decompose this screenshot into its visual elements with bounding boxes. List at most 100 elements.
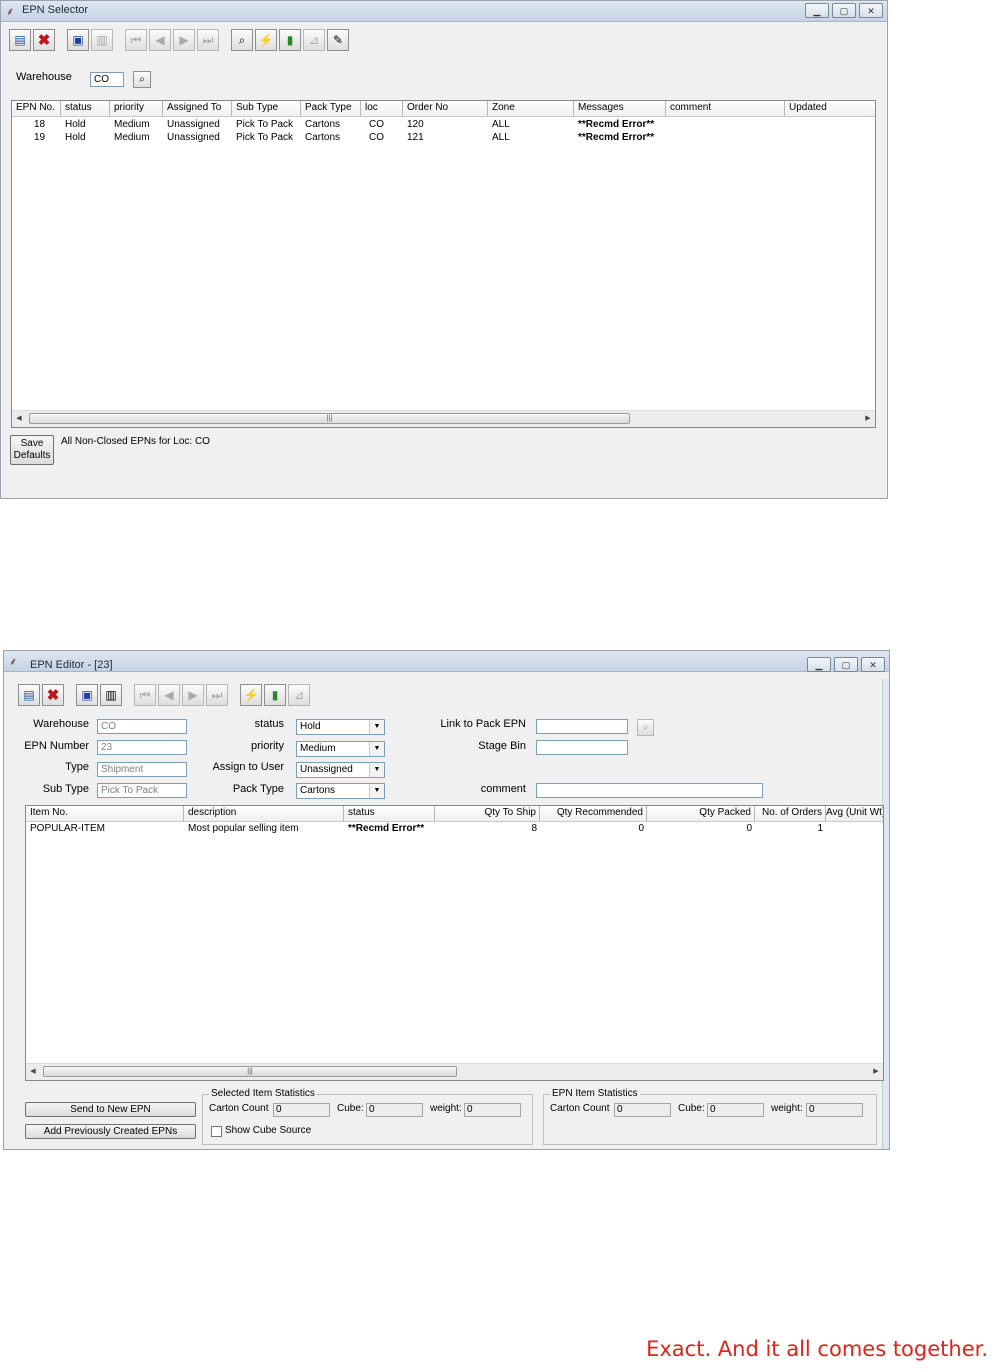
- cell-description: Most popular selling item: [188, 823, 299, 834]
- maximize-button[interactable]: ▢: [832, 3, 856, 18]
- col-pack-type[interactable]: Pack Type: [301, 101, 361, 116]
- col-qty-packed[interactable]: Qty Packed: [647, 806, 755, 821]
- copy-icon[interactable]: ▥: [91, 29, 113, 51]
- scroll-right-icon[interactable]: ▶: [861, 412, 875, 426]
- sub-type-field[interactable]: Pick To Pack: [97, 783, 187, 798]
- scroll-thumb[interactable]: |||: [43, 1066, 457, 1077]
- col-status[interactable]: status: [61, 101, 110, 116]
- scroll-thumb[interactable]: |||: [29, 413, 630, 424]
- col-epn-no[interactable]: EPN No.: [12, 101, 61, 116]
- chart-icon[interactable]: ⊿: [303, 29, 325, 51]
- col-qty-to-ship[interactable]: Qty To Ship: [435, 806, 540, 821]
- epn-list: EPN No. status priority Assigned To Sub …: [11, 100, 876, 428]
- col-no-of-orders[interactable]: No. of Orders: [755, 806, 826, 821]
- cell-pack-type: Cartons: [305, 132, 341, 143]
- last-record-icon[interactable]: ⏭: [197, 29, 219, 51]
- col-sub-type[interactable]: Sub Type: [232, 101, 301, 116]
- assign-user-select[interactable]: Unassigned ▼: [296, 762, 385, 778]
- col-loc[interactable]: loc: [361, 101, 403, 116]
- door-icon[interactable]: ▮: [264, 684, 286, 706]
- table-row[interactable]: POPULAR-ITEM Most popular selling item *…: [26, 822, 883, 835]
- stage-bin-field[interactable]: [536, 740, 628, 755]
- show-cube-source-checkbox[interactable]: [211, 1126, 222, 1137]
- selector-title: EPN Selector: [22, 4, 89, 16]
- weight-label: weight:: [430, 1103, 462, 1114]
- close-button[interactable]: ✕: [861, 657, 885, 672]
- epn-number-label: EPN Number: [24, 740, 89, 752]
- next-record-icon[interactable]: ▶: [173, 29, 195, 51]
- lightning-icon[interactable]: ⚡: [240, 684, 262, 706]
- comment-field[interactable]: [536, 783, 763, 798]
- prev-record-icon[interactable]: ◀: [149, 29, 171, 51]
- new-doc-icon[interactable]: ▤: [9, 29, 31, 51]
- col-item-no[interactable]: Item No.: [26, 806, 184, 821]
- delete-icon[interactable]: ✖: [42, 684, 64, 706]
- col-priority[interactable]: priority: [110, 101, 163, 116]
- cube-label: Cube:: [337, 1103, 364, 1114]
- col-qty-recommended[interactable]: Qty Recommended: [540, 806, 647, 821]
- chevron-down-icon[interactable]: ▼: [369, 784, 384, 798]
- minimize-button[interactable]: ▁: [807, 657, 831, 672]
- new-doc-icon[interactable]: ▤: [18, 684, 40, 706]
- col-status[interactable]: status: [344, 806, 435, 821]
- items-list: Item No. description status Qty To Ship …: [25, 805, 884, 1081]
- col-zone[interactable]: Zone: [488, 101, 574, 116]
- warehouse-lookup-icon[interactable]: ⌕: [133, 71, 151, 88]
- door-icon[interactable]: ▮: [279, 29, 301, 51]
- trash-icon[interactable]: ▥: [100, 684, 122, 706]
- table-row[interactable]: 19 Hold Medium Unassigned Pick To Pack C…: [12, 131, 875, 144]
- comment-label: comment: [480, 783, 526, 795]
- app-icon: ⸙: [6, 6, 15, 18]
- show-cube-source-label: Show Cube Source: [225, 1125, 312, 1136]
- horizontal-scrollbar[interactable]: ◀ ||| ▶: [12, 410, 875, 427]
- add-previously-created-epns-button[interactable]: Add Previously Created EPNs: [25, 1124, 196, 1139]
- first-record-icon[interactable]: ⏮: [125, 29, 147, 51]
- find-icon[interactable]: ⌕: [231, 29, 253, 51]
- table-row[interactable]: 18 Hold Medium Unassigned Pick To Pack C…: [12, 118, 875, 131]
- col-updated[interactable]: Updated: [785, 101, 875, 116]
- scroll-left-icon[interactable]: ◀: [26, 1065, 40, 1079]
- chart-icon[interactable]: ⊿: [288, 684, 310, 706]
- prev-record-icon[interactable]: ◀: [158, 684, 180, 706]
- col-comment[interactable]: comment: [666, 101, 785, 116]
- status-select[interactable]: Hold ▼: [296, 719, 385, 735]
- link-pack-epn-field[interactable]: [536, 719, 628, 734]
- minimize-button[interactable]: ▁: [805, 3, 829, 18]
- cell-item-no: POPULAR-ITEM: [30, 823, 106, 834]
- warehouse-input[interactable]: CO: [90, 72, 124, 87]
- carton-count-label: Carton Count: [209, 1103, 269, 1114]
- priority-select-value: Medium: [300, 743, 336, 754]
- col-description[interactable]: description: [184, 806, 344, 821]
- last-record-icon[interactable]: ⏭: [206, 684, 228, 706]
- epn-number-field[interactable]: 23: [97, 740, 187, 755]
- chevron-down-icon[interactable]: ▼: [369, 763, 384, 777]
- cube-value: 0: [707, 1103, 764, 1117]
- save-icon[interactable]: ▣: [76, 684, 98, 706]
- delete-icon[interactable]: ✖: [33, 29, 55, 51]
- cell-loc: CO: [369, 119, 384, 130]
- pack-type-select[interactable]: Cartons ▼: [296, 783, 385, 799]
- type-field[interactable]: Shipment: [97, 762, 187, 777]
- next-record-icon[interactable]: ▶: [182, 684, 204, 706]
- maximize-button[interactable]: ▢: [834, 657, 858, 672]
- col-avg[interactable]: Avg (Unit Wt): [826, 806, 883, 821]
- send-to-new-epn-button[interactable]: Send to New EPN: [25, 1102, 196, 1117]
- link-lookup-icon[interactable]: ⌕: [637, 719, 654, 736]
- chevron-down-icon[interactable]: ▼: [369, 720, 384, 734]
- col-assigned-to[interactable]: Assigned To: [163, 101, 232, 116]
- first-record-icon[interactable]: ⏮: [134, 684, 156, 706]
- save-defaults-button[interactable]: Save Defaults: [10, 435, 54, 465]
- save-icon[interactable]: ▣: [67, 29, 89, 51]
- warehouse-field[interactable]: CO: [97, 719, 187, 734]
- scroll-right-icon[interactable]: ▶: [869, 1065, 883, 1079]
- scroll-left-icon[interactable]: ◀: [12, 412, 26, 426]
- cell-zone: ALL: [492, 119, 510, 130]
- col-order-no[interactable]: Order No: [403, 101, 488, 116]
- horizontal-scrollbar[interactable]: ◀ ||| ▶: [26, 1063, 883, 1080]
- chevron-down-icon[interactable]: ▼: [369, 742, 384, 756]
- col-messages[interactable]: Messages: [574, 101, 666, 116]
- edit-icon[interactable]: ✎: [327, 29, 349, 51]
- priority-select[interactable]: Medium ▼: [296, 741, 385, 757]
- lightning-icon[interactable]: ⚡: [255, 29, 277, 51]
- close-button[interactable]: ✕: [859, 3, 883, 18]
